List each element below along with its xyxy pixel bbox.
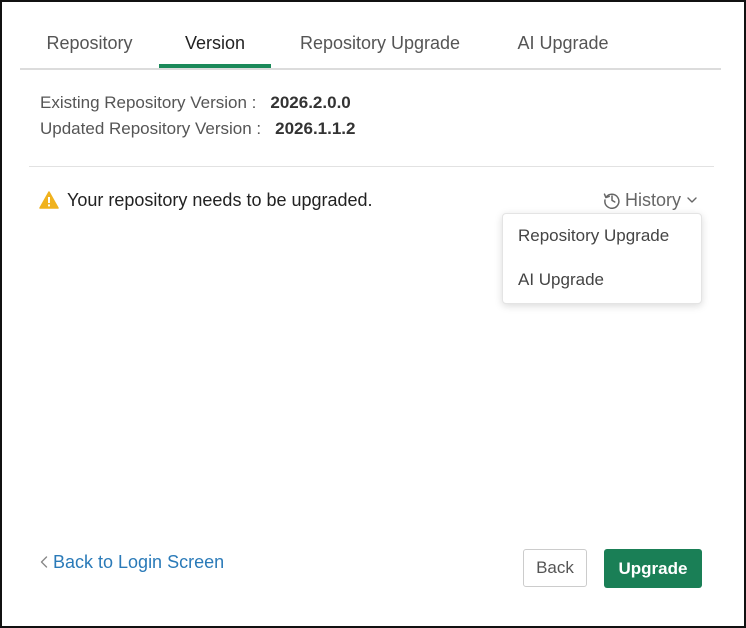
existing-version-label: Existing Repository Version : bbox=[40, 93, 257, 112]
history-label: History bbox=[625, 189, 682, 210]
active-tab-indicator bbox=[159, 64, 271, 68]
existing-version-value: 2026.2.0.0 bbox=[270, 93, 351, 112]
history-clock-icon bbox=[603, 193, 620, 209]
warning-triangle-icon bbox=[39, 191, 59, 209]
back-to-login-link[interactable]: Back to Login Screen bbox=[38, 549, 224, 575]
back-button[interactable]: Back bbox=[523, 549, 587, 587]
upgrade-warning: Your repository needs to be upgraded. bbox=[39, 188, 373, 212]
warning-message: Your repository needs to be upgraded. bbox=[67, 189, 373, 210]
updated-version-row: Updated Repository Version : 2026.1.1.2 bbox=[40, 116, 355, 142]
chevron-left-icon bbox=[40, 556, 48, 568]
tab-repository-upgrade[interactable]: Repository Upgrade bbox=[271, 20, 489, 66]
dialog-frame: Repository Version Repository Upgrade AI… bbox=[0, 0, 746, 628]
history-dropdown-toggle[interactable]: History bbox=[603, 188, 698, 212]
history-menu-item-ai-upgrade[interactable]: AI Upgrade bbox=[518, 267, 604, 293]
upgrade-button[interactable]: Upgrade bbox=[604, 549, 702, 588]
tab-bar: Repository Version Repository Upgrade AI… bbox=[20, 20, 721, 70]
chevron-down-icon bbox=[687, 197, 697, 203]
existing-version-row: Existing Repository Version : 2026.2.0.0 bbox=[40, 90, 355, 116]
tab-repository[interactable]: Repository bbox=[20, 20, 159, 66]
tab-ai-upgrade[interactable]: AI Upgrade bbox=[489, 20, 637, 66]
history-menu: Repository Upgrade AI Upgrade bbox=[502, 213, 702, 304]
history-menu-item-repository-upgrade[interactable]: Repository Upgrade bbox=[518, 223, 669, 249]
version-info: Existing Repository Version : 2026.2.0.0… bbox=[40, 90, 355, 142]
back-to-login-label: Back to Login Screen bbox=[53, 551, 225, 572]
updated-version-value: 2026.1.1.2 bbox=[275, 119, 356, 138]
section-divider bbox=[29, 166, 714, 167]
tab-version[interactable]: Version bbox=[159, 20, 271, 66]
updated-version-label: Updated Repository Version : bbox=[40, 119, 262, 138]
